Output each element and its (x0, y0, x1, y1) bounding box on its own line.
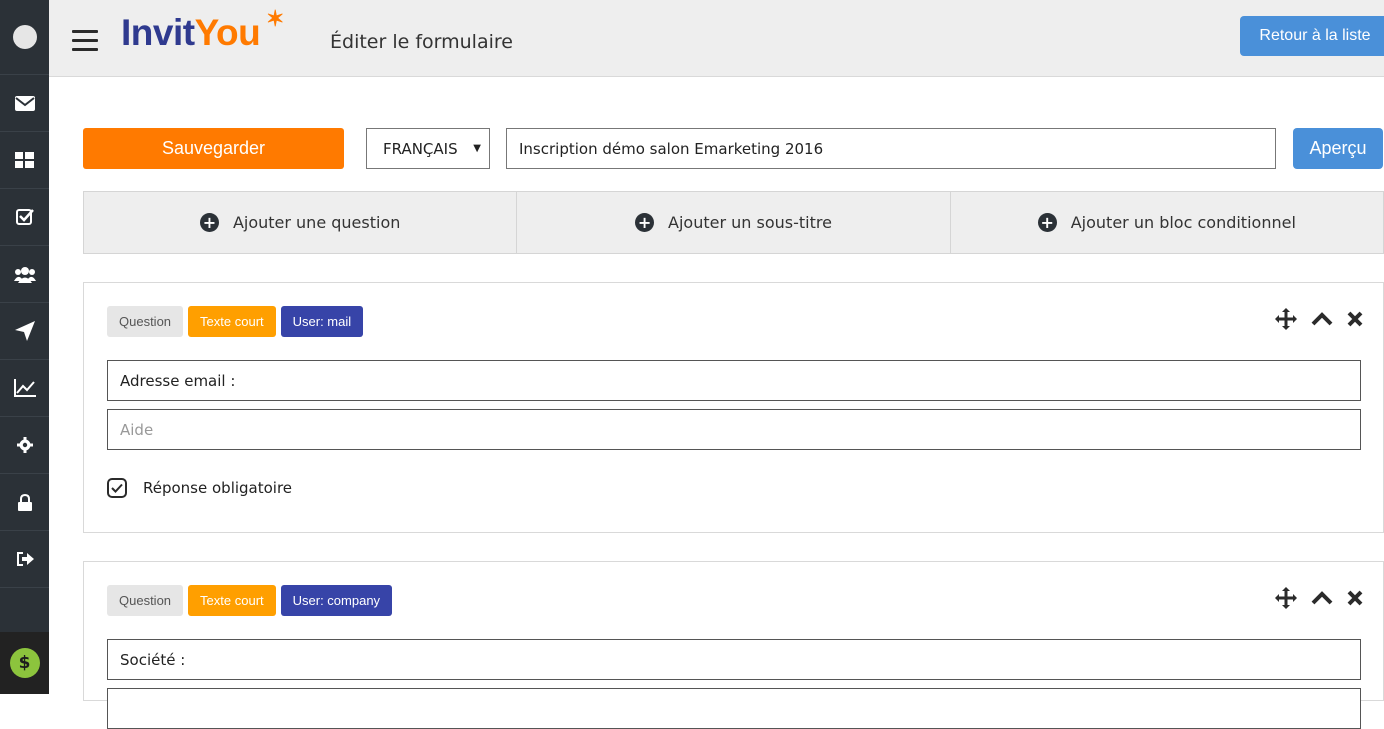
envelope-icon (14, 95, 35, 111)
lock-icon (17, 493, 32, 511)
tag-question-type: Question (107, 306, 184, 337)
close-icon[interactable] (1347, 590, 1363, 606)
sidebar-item-contacts[interactable] (0, 246, 49, 303)
back-to-list-button[interactable]: Retour à la liste (1240, 16, 1384, 56)
question-label-input[interactable]: Société : (107, 639, 1361, 680)
hamburger-menu-icon[interactable] (72, 30, 98, 52)
required-toggle[interactable]: Réponse obligatoire (107, 478, 292, 498)
add-subtitle-button[interactable]: + Ajouter un sous-titre (517, 192, 951, 253)
help-text-input[interactable] (107, 688, 1361, 729)
move-icon[interactable] (1275, 587, 1297, 609)
move-icon[interactable] (1275, 308, 1297, 330)
tag-user-field: User: company (280, 585, 393, 616)
close-icon[interactable] (1347, 311, 1363, 327)
page-title: Éditer le formulaire (330, 31, 513, 53)
plus-circle-icon: + (199, 213, 219, 232)
sidebar-billing[interactable]: $ (0, 632, 49, 694)
invityou-logo[interactable]: InvitYou ✶ (121, 6, 284, 58)
add-conditional-block-button[interactable]: + Ajouter un bloc conditionnel (951, 192, 1383, 253)
user-avatar[interactable] (0, 0, 49, 75)
sidebar-item-campaigns[interactable] (0, 303, 49, 360)
sign-out-icon (16, 552, 34, 566)
question-actions (1261, 587, 1363, 609)
help-text-input[interactable]: Aide (107, 409, 1361, 450)
plus-circle-icon: + (1037, 213, 1057, 232)
add-question-button[interactable]: + Ajouter une question (84, 192, 518, 253)
sidebar-item-forms[interactable] (0, 189, 49, 246)
tag-user-field: User: mail (280, 306, 364, 337)
tag-field-kind: Texte court (188, 306, 276, 337)
sidebar-item-dashboard[interactable] (0, 132, 49, 189)
star-icon: ✶ (266, 6, 284, 31)
tag-field-kind: Texte court (188, 585, 276, 616)
grid-icon (15, 152, 34, 168)
language-value: FRANÇAIS (383, 139, 458, 158)
paper-plane-icon (14, 321, 35, 341)
sidebar-item-stats[interactable] (0, 360, 49, 417)
top-header: InvitYou ✶ Éditer le formulaire Retour à… (49, 0, 1384, 77)
add-element-bar: + Ajouter une question + Ajouter un sous… (83, 191, 1384, 254)
language-select[interactable]: FRANÇAIS ▼ (366, 128, 490, 169)
sidebar-item-security[interactable] (0, 474, 49, 531)
chevron-up-icon[interactable] (1311, 312, 1333, 326)
required-label: Réponse obligatoire (143, 479, 293, 497)
question-tags: Question Texte court User: mail (107, 306, 368, 337)
gear-icon (16, 437, 33, 453)
caret-down-icon: ▼ (473, 143, 481, 154)
save-button[interactable]: Sauvegarder (83, 128, 344, 169)
checkbox-icon (15, 209, 34, 225)
sidebar: $ (0, 0, 49, 694)
users-icon (13, 266, 36, 283)
chevron-up-icon[interactable] (1311, 591, 1333, 605)
checkbox-checked-icon (107, 478, 127, 498)
question-label-input[interactable]: Adresse email : (107, 360, 1361, 401)
chart-line-icon (13, 379, 36, 397)
sidebar-item-logout[interactable] (0, 531, 49, 588)
sidebar-item-mail[interactable] (0, 75, 49, 132)
question-card: Question Texte court User: mail Adresse … (83, 282, 1384, 533)
question-actions (1261, 308, 1363, 330)
sidebar-item-settings[interactable] (0, 417, 49, 474)
plus-circle-icon: + (635, 213, 655, 232)
question-tags: Question Texte court User: company (107, 585, 397, 616)
preview-button[interactable]: Aperçu (1293, 128, 1383, 169)
dollar-icon: $ (9, 648, 40, 678)
question-card: Question Texte court User: company Socié… (83, 561, 1384, 729)
form-name-input[interactable]: Inscription démo salon Emarketing 2016 (506, 128, 1276, 169)
tag-question-type: Question (107, 585, 184, 616)
